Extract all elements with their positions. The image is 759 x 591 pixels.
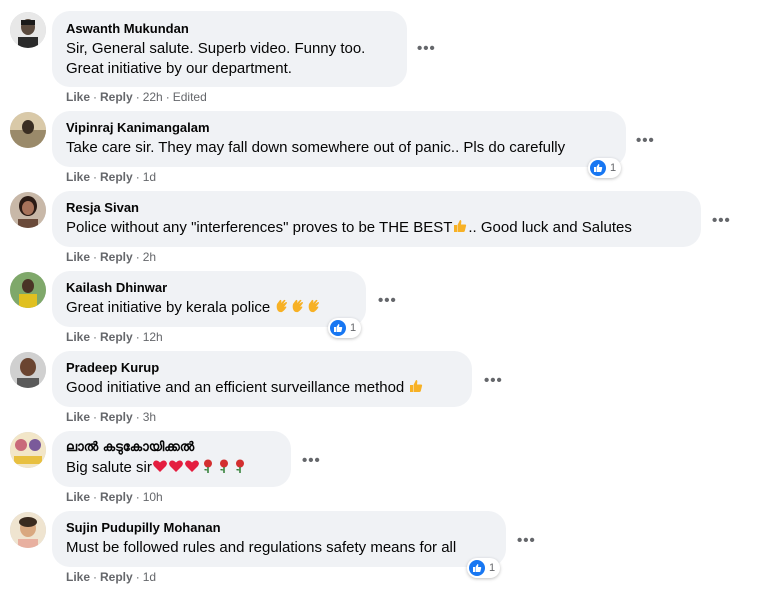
reaction-count: 1 (350, 322, 357, 334)
like-reaction-icon (590, 160, 606, 176)
thumbs-up-emoji-icon (408, 378, 424, 400)
clapping-hands-emoji-icon (290, 298, 306, 320)
comment-time[interactable]: 10h (143, 490, 163, 504)
reply-button[interactable]: Reply (100, 250, 133, 264)
comment-time[interactable]: 1d (143, 170, 156, 184)
comment-text-part: Good initiative and an efficient surveil… (66, 379, 409, 396)
like-button[interactable]: Like (66, 170, 90, 184)
avatar[interactable] (10, 272, 46, 308)
comment-text: Great initiative by kerala police (66, 298, 352, 320)
comment-bubble: Aswanth Mukundan Sir, General salute. Su… (52, 11, 407, 87)
comment-text: Police without any "interferences" prove… (66, 218, 687, 240)
reply-button[interactable]: Reply (100, 170, 133, 184)
comment-bubble: Vipinraj Kanimangalam Take care sir. The… (52, 111, 626, 167)
comment-actions: Like · Reply · 10h (66, 490, 163, 504)
red-heart-emoji-icon (168, 458, 184, 480)
more-options-icon[interactable]: ••• (484, 372, 503, 389)
rose-emoji-icon (232, 458, 248, 480)
reaction-count-badge[interactable]: 1 (467, 558, 501, 578)
rose-emoji-icon (216, 458, 232, 480)
reaction-count-badge[interactable]: 1 (588, 158, 622, 178)
like-reaction-icon (330, 320, 346, 336)
avatar[interactable] (10, 512, 46, 548)
comment-text-part: Great initiative by kerala police (66, 299, 275, 316)
reply-button[interactable]: Reply (100, 330, 133, 344)
comment-actions: Like · Reply · 12h (66, 330, 163, 344)
comment-text: Sir, General salute. Superb video. Funny… (66, 40, 366, 57)
comment-text: Take care sir. They may fall down somewh… (66, 139, 566, 156)
thumbs-up-emoji-icon (452, 218, 468, 240)
reply-button[interactable]: Reply (100, 90, 133, 104)
more-options-icon[interactable]: ••• (417, 40, 436, 57)
comment-actions: Like · Reply · 22h · Edited (66, 90, 207, 104)
more-options-icon[interactable]: ••• (712, 212, 731, 229)
more-options-icon[interactable]: ••• (378, 292, 397, 309)
comment-time[interactable]: 22h (143, 90, 163, 104)
comment-bubble: Kailash Dhinwar Great initiative by kera… (52, 271, 366, 327)
like-button[interactable]: Like (66, 490, 90, 504)
more-options-icon[interactable]: ••• (517, 532, 536, 549)
more-options-icon[interactable]: ••• (636, 132, 655, 149)
comment-time[interactable]: 2h (143, 250, 156, 264)
like-reaction-icon (469, 560, 485, 576)
like-button[interactable]: Like (66, 570, 90, 584)
red-heart-emoji-icon (184, 458, 200, 480)
comment-text-part: Police without any "interferences" prove… (66, 219, 453, 236)
avatar[interactable] (10, 352, 46, 388)
comment-bubble: Pradeep Kurup Good initiative and an eff… (52, 351, 472, 407)
reply-button[interactable]: Reply (100, 410, 133, 424)
clapping-hands-emoji-icon (306, 298, 322, 320)
comment-bubble: Resja Sivan Police without any "interfer… (52, 191, 701, 247)
avatar[interactable] (10, 192, 46, 228)
comment-author[interactable]: Vipinraj Kanimangalam (66, 119, 612, 136)
reply-button[interactable]: Reply (100, 490, 133, 504)
reaction-count: 1 (610, 162, 617, 174)
avatar[interactable] (10, 432, 46, 468)
comment-time[interactable]: 12h (143, 330, 163, 344)
reaction-count-badge[interactable]: 1 (328, 318, 362, 338)
reply-button[interactable]: Reply (100, 570, 133, 584)
reaction-count: 1 (489, 562, 496, 574)
comment-text: Great initiative by our department. (66, 60, 292, 77)
comment-text-part: .. Good luck and Salutes (468, 219, 632, 236)
comment-author[interactable]: Pradeep Kurup (66, 359, 458, 376)
comment-time[interactable]: 1d (143, 570, 156, 584)
comment-text: Must be followed rules and regulations s… (66, 539, 457, 556)
rose-emoji-icon (200, 458, 216, 480)
comment-actions: Like · Reply · 1d (66, 570, 157, 584)
like-button[interactable]: Like (66, 250, 90, 264)
more-options-icon[interactable]: ••• (302, 452, 321, 469)
avatar[interactable] (10, 12, 46, 48)
clapping-hands-emoji-icon (274, 298, 290, 320)
comment-time[interactable]: 3h (143, 410, 156, 424)
comment-author[interactable]: ലാൽ കടുകോയിക്കൽ (66, 439, 277, 456)
comment-bubble: ലാൽ കടുകോയിക്കൽ Big salute sir (52, 431, 291, 487)
comment-bubble: Sujin Pudupilly Mohanan Must be followed… (52, 511, 506, 567)
edited-label: Edited (172, 90, 207, 104)
red-heart-emoji-icon (152, 458, 168, 480)
comment-author[interactable]: Aswanth Mukundan (66, 20, 393, 37)
like-button[interactable]: Like (66, 410, 90, 424)
comment-actions: Like · Reply · 1d (66, 170, 157, 184)
comment-author[interactable]: Kailash Dhinwar (66, 279, 352, 296)
comment-actions: Like · Reply · 3h (66, 410, 157, 424)
comment-text-part: Big salute sir (66, 459, 152, 476)
comment-author[interactable]: Sujin Pudupilly Mohanan (66, 519, 492, 536)
comment-actions: Like · Reply · 2h (66, 250, 157, 264)
avatar[interactable] (10, 112, 46, 148)
comment-text: Big salute sir (66, 458, 277, 480)
like-button[interactable]: Like (66, 90, 90, 104)
comment-author[interactable]: Resja Sivan (66, 199, 687, 216)
comment-text: Good initiative and an efficient surveil… (66, 378, 458, 400)
like-button[interactable]: Like (66, 330, 90, 344)
